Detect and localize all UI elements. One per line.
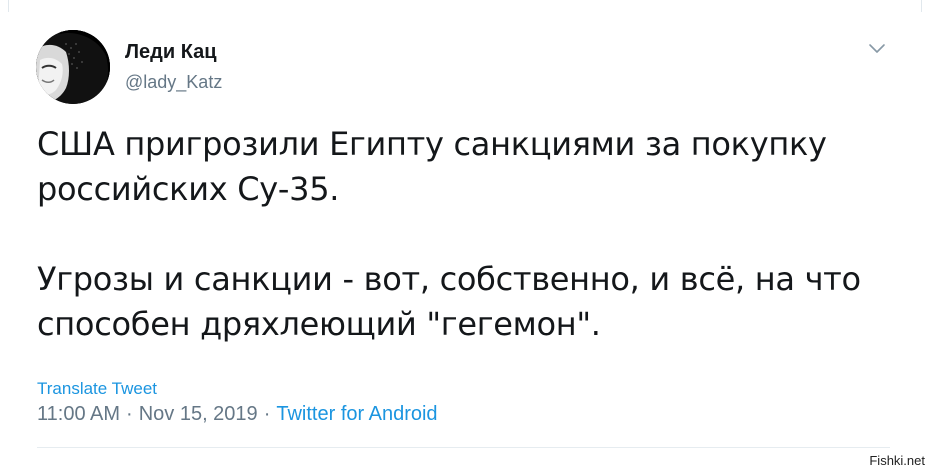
meta-separator: · bbox=[263, 403, 271, 425]
avatar-image bbox=[36, 30, 110, 104]
tweet-line: США пригрозили Египту санкциями за покуп… bbox=[37, 125, 827, 163]
translate-tweet-link[interactable]: Translate Tweet bbox=[37, 379, 157, 399]
tweet-line: российских Су-35. bbox=[37, 170, 340, 208]
meta-separator: · bbox=[126, 403, 133, 425]
chevron-down-icon[interactable] bbox=[866, 40, 888, 56]
card-border bbox=[8, 0, 922, 12]
author-handle[interactable]: @lady_Katz bbox=[125, 72, 222, 93]
tweet-line: Угрозы и санкции - вот, собственно, и вс… bbox=[37, 260, 861, 298]
avatar[interactable] bbox=[36, 30, 110, 104]
author-display-name[interactable]: Леди Кац bbox=[125, 41, 217, 64]
tweet-line-break bbox=[37, 212, 897, 257]
tweet-card: Леди Кац @lady_Katz США пригрозили Египт… bbox=[0, 0, 928, 470]
watermark: Fishki.net bbox=[869, 453, 925, 468]
divider bbox=[37, 447, 890, 448]
tweet-time[interactable]: 11:00 AM bbox=[37, 403, 120, 425]
tweet-source-link[interactable]: Twitter for Android bbox=[276, 403, 437, 425]
tweet-line: способен дряхлеющий "гегемон". bbox=[37, 305, 601, 343]
tweet-text: США пригрозили Египту санкциями за покуп… bbox=[37, 122, 897, 347]
tweet-date[interactable]: Nov 15, 2019 bbox=[139, 403, 258, 425]
tweet-metadata: 11:00 AM · Nov 15, 2019 · Twitter for Androi… bbox=[37, 403, 438, 426]
